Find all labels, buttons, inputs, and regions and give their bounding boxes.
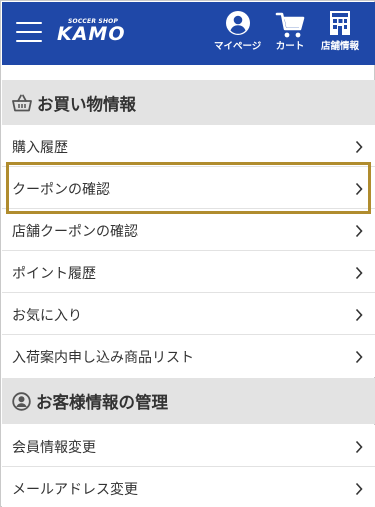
- chevron-right-icon: [355, 182, 363, 196]
- customer-section-header: お客様情報の管理: [2, 378, 375, 424]
- basket-icon: [12, 94, 32, 111]
- menu-item-coupon-check[interactable]: クーポンの確認: [2, 167, 375, 209]
- chevron-right-icon: [355, 440, 363, 454]
- customer-section-title: お客様情報の管理: [36, 393, 168, 412]
- chevron-right-icon: [355, 350, 363, 364]
- menu-item-label: メールアドレス変更: [12, 482, 138, 498]
- user-circle-icon: [12, 391, 31, 411]
- shopping-section-header: お買い物情報: [2, 80, 375, 125]
- cart-button[interactable]: カート: [275, 10, 305, 52]
- top-header: SOCCER SHOP KAMO マイページ カート 店舗情報: [2, 2, 375, 65]
- menu-item-email-change[interactable]: メールアドレス変更: [2, 467, 375, 507]
- app-frame: SOCCER SHOP KAMO マイページ カート 店舗情報 お買い物情報 購…: [0, 0, 375, 507]
- mypage-button[interactable]: マイページ: [214, 10, 261, 52]
- menu-item-label: 購入履歴: [12, 140, 68, 156]
- cart-label: カート: [275, 41, 305, 52]
- menu-item-label: 入荷案内申し込み商品リスト: [12, 350, 194, 366]
- chevron-right-icon: [355, 482, 363, 496]
- menu-item-label: 店舗クーポンの確認: [12, 224, 138, 240]
- menu-item-restock-notify-list[interactable]: 入荷案内申し込み商品リスト: [2, 335, 375, 377]
- store-info-button[interactable]: 店舗情報: [321, 10, 359, 52]
- menu-item-label: クーポンの確認: [12, 182, 110, 198]
- menu-item-point-history[interactable]: ポイント履歴: [2, 251, 375, 293]
- store-icon: [330, 11, 350, 35]
- menu-item-store-coupon-check[interactable]: 店舗クーポンの確認: [2, 209, 375, 251]
- store-info-label: 店舗情報: [321, 41, 360, 52]
- menu-item-favorites[interactable]: お気に入り: [2, 293, 375, 335]
- logo-wordmark: KAMO: [57, 23, 126, 45]
- site-logo[interactable]: SOCCER SHOP KAMO: [57, 16, 127, 50]
- menu-item-label: お気に入り: [12, 308, 82, 324]
- chevron-right-icon: [355, 224, 363, 238]
- shopping-section-title: お買い物情報: [37, 94, 136, 114]
- account-circle-icon: [225, 11, 250, 35]
- cart-icon: [275, 12, 305, 38]
- chevron-right-icon: [355, 308, 363, 322]
- hamburger-menu-button[interactable]: [16, 22, 42, 42]
- chevron-right-icon: [355, 140, 363, 154]
- chevron-right-icon: [355, 266, 363, 280]
- menu-item-label: ポイント履歴: [12, 266, 96, 282]
- menu-item-purchase-history[interactable]: 購入履歴: [2, 125, 375, 167]
- mypage-label: マイページ: [214, 41, 262, 52]
- menu-item-member-info-change[interactable]: 会員情報変更: [2, 425, 375, 467]
- menu-item-label: 会員情報変更: [12, 440, 96, 456]
